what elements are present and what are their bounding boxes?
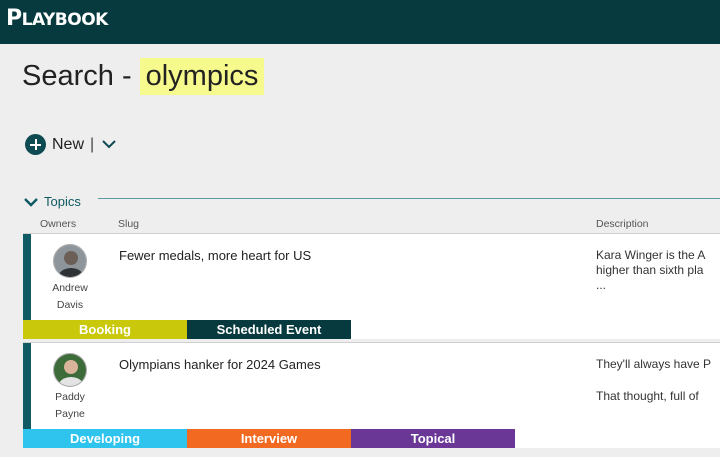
chevron-down-icon xyxy=(24,197,38,207)
new-toolbar: New | xyxy=(25,134,118,155)
description-line: ... xyxy=(596,278,607,292)
topic-slug[interactable]: Fewer medals, more heart for US xyxy=(119,248,311,263)
topics-section-label: Topics xyxy=(44,194,81,209)
section-divider xyxy=(98,198,720,199)
avatar xyxy=(53,353,87,387)
toolbar-separator: | xyxy=(90,135,95,153)
description-line: higher than sixth pla xyxy=(596,263,704,277)
owner-first-name: Paddy xyxy=(55,391,85,403)
card-accent-stripe xyxy=(23,234,31,321)
owner-last-name: Davis xyxy=(56,299,84,311)
topic-description: They'll always have P That thought, full… xyxy=(596,357,720,404)
column-header-slug[interactable]: Slug xyxy=(118,218,139,230)
column-header-description[interactable]: Description xyxy=(596,218,649,230)
tag-developing[interactable]: Developing xyxy=(23,429,187,448)
description-line: Kara Winger is the A xyxy=(596,248,706,262)
topics-section-toggle[interactable]: Topics xyxy=(24,194,81,209)
chevron-down-icon[interactable] xyxy=(102,137,118,153)
search-prefix: Search - xyxy=(22,60,132,92)
logo-initial: P xyxy=(6,6,22,31)
tag-scheduled-event[interactable]: Scheduled Event xyxy=(187,320,351,339)
topic-card[interactable]: Paddy Payne Olympians hanker for 2024 Ga… xyxy=(23,342,720,448)
page-title: Search - olympics xyxy=(22,58,265,95)
card-accent-stripe xyxy=(23,343,31,430)
tag-interview[interactable]: Interview xyxy=(187,429,351,448)
tag-topical[interactable]: Topical xyxy=(351,429,515,448)
plus-circle-icon[interactable] xyxy=(25,134,46,155)
description-line: That thought, full of xyxy=(596,389,699,403)
topic-card[interactable]: Andrew Davis Fewer medals, more heart fo… xyxy=(23,233,720,339)
avatar xyxy=(53,244,87,278)
tag-list: Developing Interview Topical xyxy=(23,429,515,448)
description-line: They'll always have P xyxy=(596,357,712,371)
owner: Paddy Payne xyxy=(47,353,93,423)
playbook-logo[interactable]: PLAYBOOK xyxy=(6,6,108,31)
tag-list: Booking Scheduled Event xyxy=(23,320,351,339)
owner: Andrew Davis xyxy=(47,244,93,314)
search-query-highlight: olympics xyxy=(139,58,265,95)
logo-rest: LAYBOOK xyxy=(21,10,109,30)
top-bar: PLAYBOOK xyxy=(0,0,720,44)
column-header-owners[interactable]: Owners xyxy=(40,218,76,230)
owner-last-name: Payne xyxy=(55,408,85,420)
topic-description: Kara Winger is the A higher than sixth p… xyxy=(596,248,720,293)
new-button[interactable]: New xyxy=(52,136,84,154)
tag-booking[interactable]: Booking xyxy=(23,320,187,339)
owner-first-name: Andrew xyxy=(52,282,88,294)
topic-slug[interactable]: Olympians hanker for 2024 Games xyxy=(119,357,321,372)
